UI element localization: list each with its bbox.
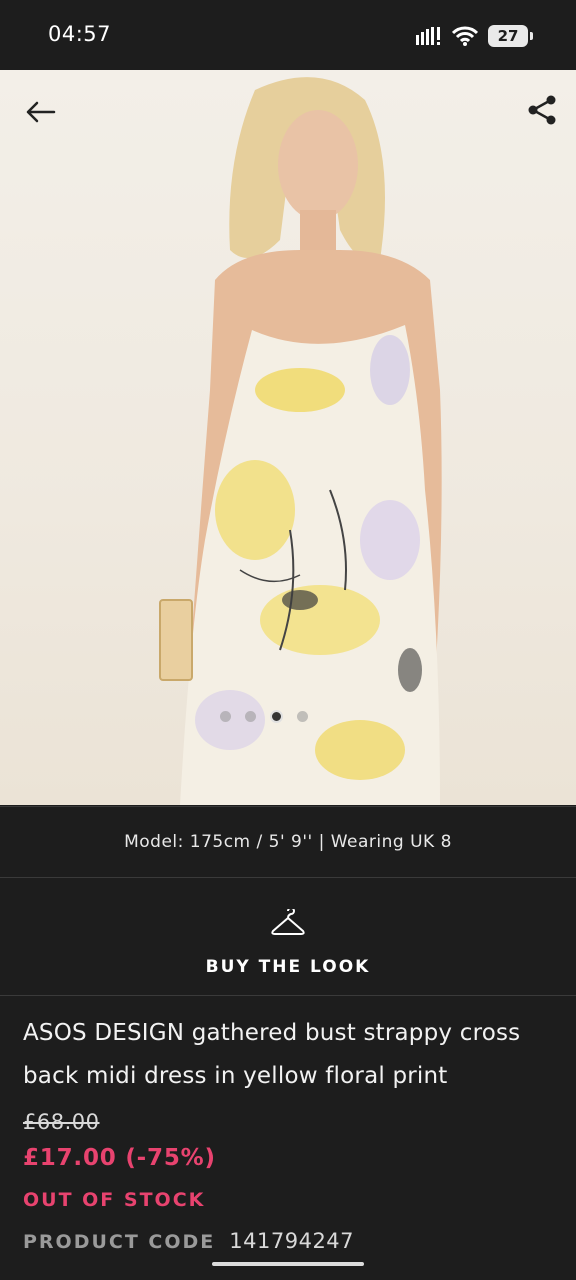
arrow-left-icon <box>26 101 56 123</box>
product-title: ASOS DESIGN gathered bust strappy cross … <box>23 1012 553 1098</box>
back-button[interactable] <box>22 94 58 130</box>
carousel-dot[interactable] <box>297 711 308 722</box>
product-photo <box>159 77 442 805</box>
status-time: 04:57 <box>48 22 112 46</box>
carousel-dot-active[interactable] <box>270 710 283 723</box>
share-button[interactable] <box>524 92 560 128</box>
status-icons: 27 <box>416 22 533 50</box>
carousel-dot[interactable] <box>245 711 256 722</box>
product-title-line-2: back midi dress in yellow floral print <box>23 1063 448 1089</box>
wifi-icon <box>452 26 478 46</box>
product-code-label: PRODUCT CODE <box>23 1231 216 1253</box>
carousel-dots[interactable] <box>220 710 308 723</box>
buy-the-look-label: BUY THE LOOK <box>205 957 371 977</box>
signal-icon <box>416 27 440 45</box>
share-icon <box>528 95 556 125</box>
home-indicator[interactable] <box>212 1262 364 1266</box>
hanger-icon <box>271 909 305 935</box>
model-info: Model: 175cm / 5' 9'' | Wearing UK 8 <box>0 806 576 878</box>
stock-status: OUT OF STOCK <box>23 1189 206 1211</box>
sale-price: £17.00 (-75%) <box>23 1145 216 1171</box>
product-title-line-1: ASOS DESIGN gathered bust strappy cross <box>23 1020 521 1046</box>
battery-level: 27 <box>497 27 519 45</box>
carousel-dot[interactable] <box>220 711 231 722</box>
original-price: £68.00 <box>23 1110 100 1134</box>
product-code-value: 141794247 <box>229 1229 355 1253</box>
product-image-carousel[interactable] <box>0 70 576 805</box>
product-code-row: PRODUCT CODE 141794247 <box>23 1229 354 1253</box>
status-bar: 04:57 27 <box>0 0 576 70</box>
battery-icon: 27 <box>488 25 533 47</box>
buy-the-look-button[interactable]: BUY THE LOOK <box>0 877 576 996</box>
